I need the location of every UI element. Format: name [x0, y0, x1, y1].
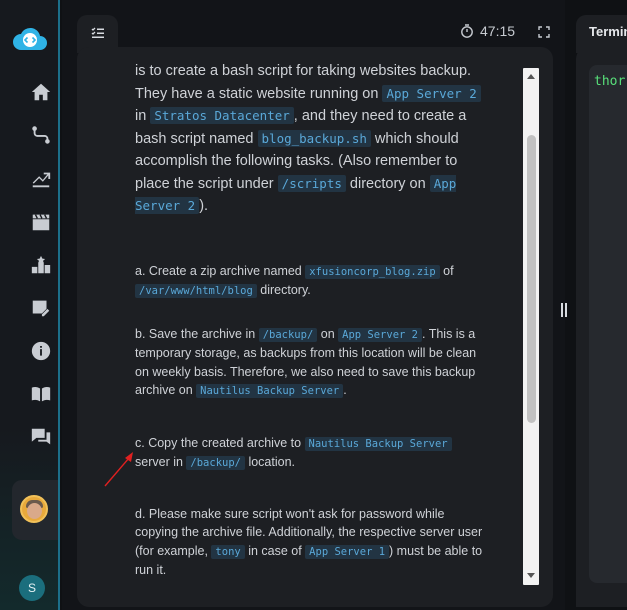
leaderboard-icon[interactable]	[29, 253, 53, 277]
book-icon[interactable]	[29, 382, 53, 406]
code-app-server-2: App Server 2	[382, 84, 481, 102]
checklist-icon	[91, 27, 104, 38]
code-script-name: blog_backup.sh	[257, 129, 371, 147]
stopwatch-icon	[461, 24, 473, 38]
expand-icon[interactable]	[538, 26, 550, 38]
task-intro: is to create a bash script for taking we…	[135, 60, 485, 218]
sidebar: S	[0, 0, 60, 610]
task-step-d: d. Please make sure script won't ask for…	[135, 506, 483, 578]
task-step-c: c. Copy the created archive to Nautilus …	[135, 434, 485, 473]
terminal-screen[interactable]: thor	[589, 65, 627, 583]
scroll-down-icon[interactable]	[527, 573, 535, 578]
red-arrow-annotation	[104, 452, 133, 487]
tab-terminal[interactable]: Terminal	[576, 15, 627, 53]
code-scripts-dir: /scripts	[277, 174, 346, 192]
resize-handle[interactable]	[561, 303, 567, 317]
task-step-b: b. Save the archive in /backup/ on App S…	[135, 326, 477, 398]
code-datacenter: Stratos Datacenter	[150, 107, 294, 124]
avatar-container	[12, 480, 58, 540]
chart-icon[interactable]	[29, 167, 53, 191]
route-icon[interactable]	[29, 123, 53, 147]
info-icon[interactable]	[29, 339, 53, 363]
terminal-prompt: thor	[594, 74, 626, 89]
timer-value: 47:15	[480, 23, 516, 39]
scrollbar-thumb[interactable]	[527, 135, 536, 423]
scroll-up-icon[interactable]	[527, 74, 535, 79]
user-initial-badge[interactable]: S	[19, 575, 45, 601]
task-step-a: a. Create a zip archive named xfusioncor…	[135, 263, 454, 298]
clapperboard-icon[interactable]	[29, 210, 53, 234]
cloud-logo-icon[interactable]	[12, 26, 48, 52]
home-icon[interactable]	[29, 80, 53, 104]
timer: 47:15	[460, 23, 515, 39]
notes-icon[interactable]	[29, 296, 53, 320]
avatar[interactable]	[20, 495, 48, 523]
chat-icon[interactable]	[29, 425, 53, 449]
task-description: is to create a bash script for taking we…	[135, 60, 485, 580]
